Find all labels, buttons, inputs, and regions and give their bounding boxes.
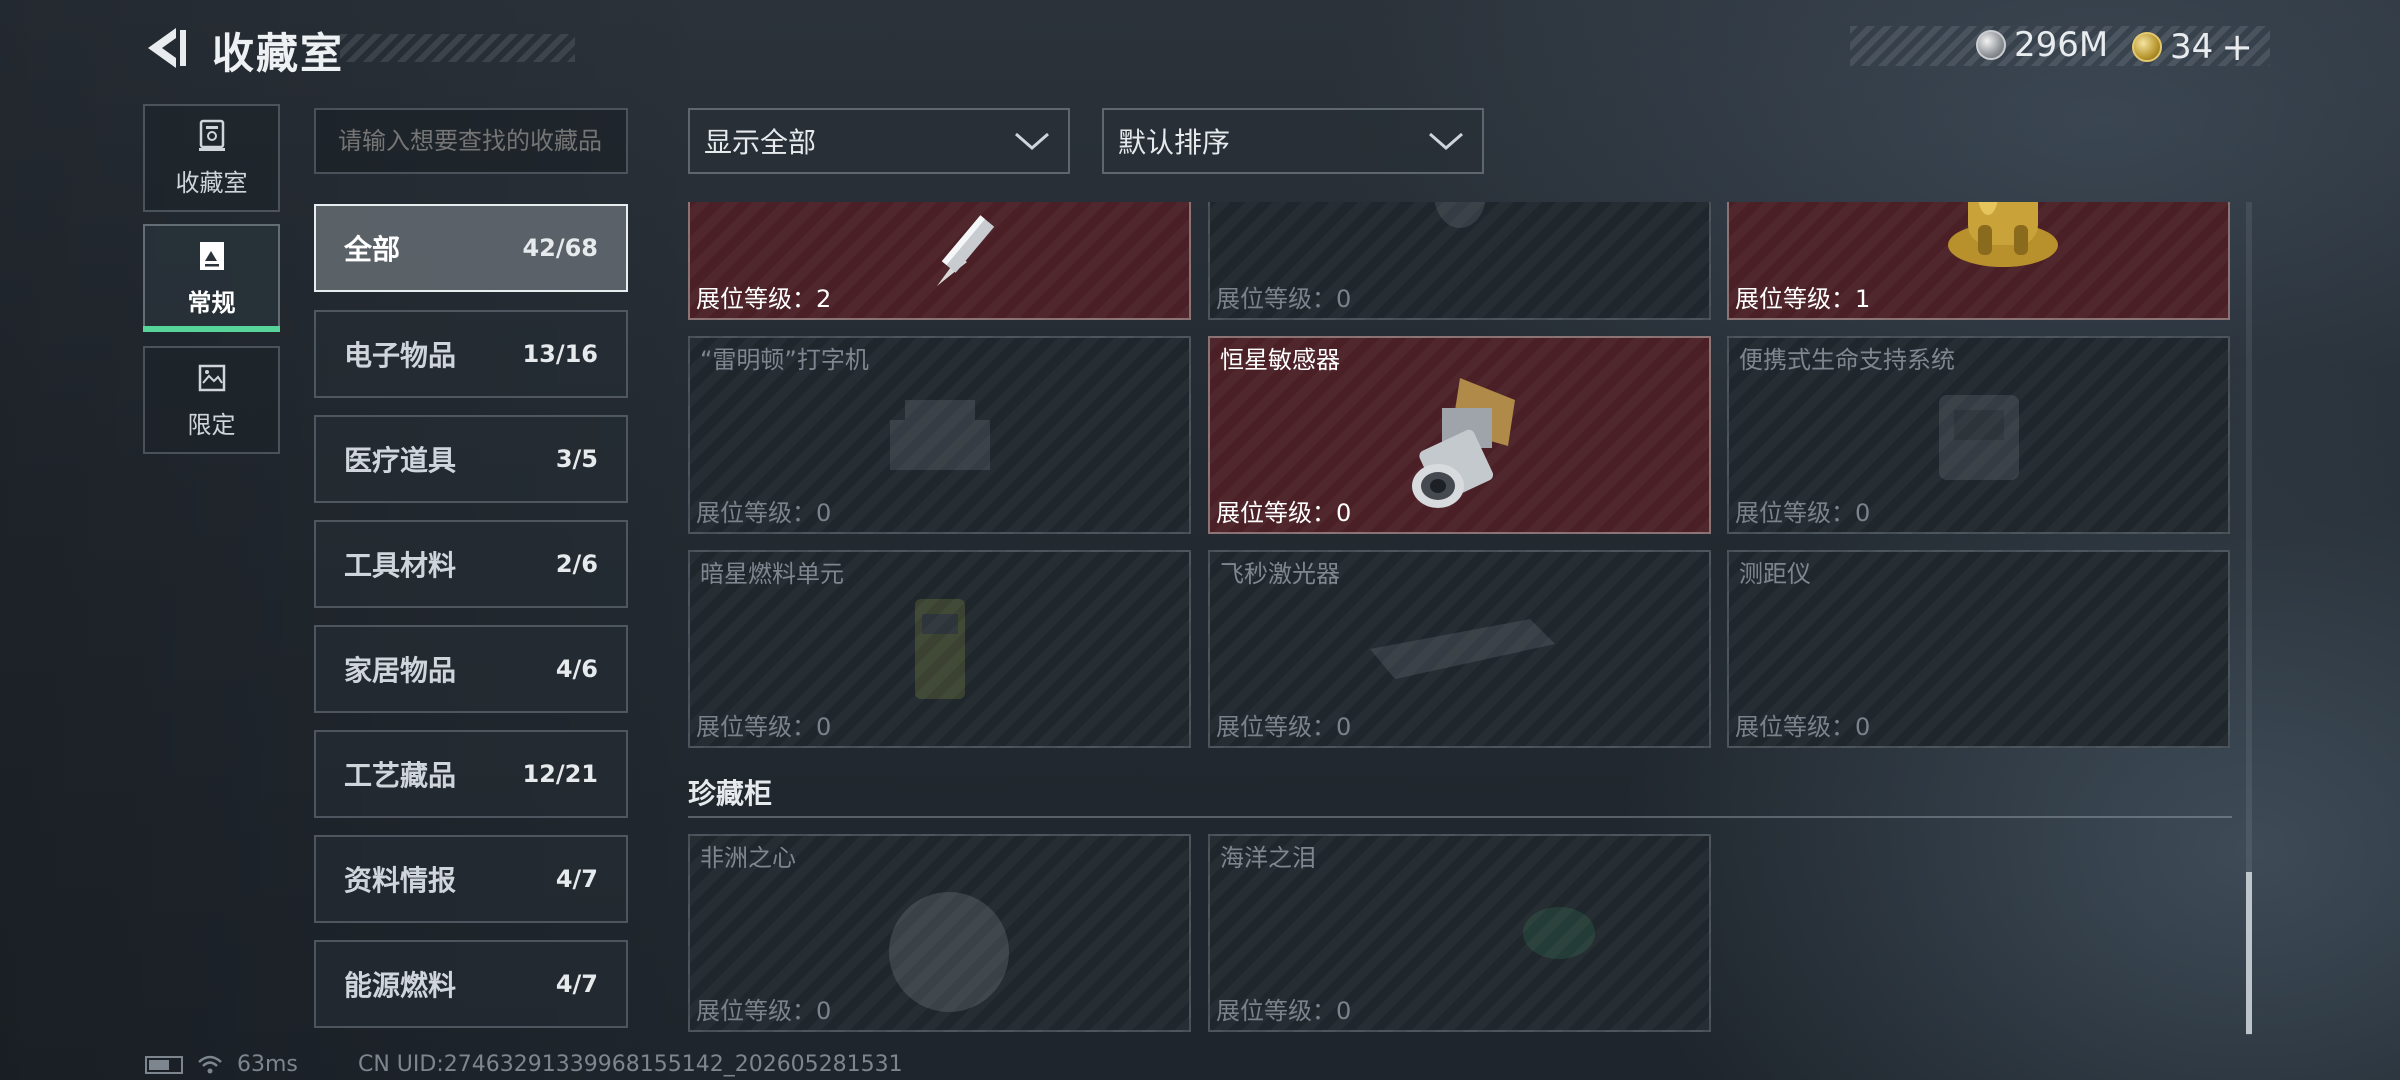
grid-scroll-thumb[interactable] bbox=[2246, 872, 2252, 1034]
category-name: 工具材料 bbox=[344, 549, 457, 582]
category-name: 医疗道具 bbox=[344, 444, 457, 477]
chevron-down-icon bbox=[1015, 132, 1049, 150]
category-count: 13/16 bbox=[522, 340, 598, 368]
category-count: 2/6 bbox=[555, 550, 598, 578]
silver-currency: 296M bbox=[1976, 25, 2108, 65]
rail-tab-label: 限定 bbox=[187, 410, 236, 439]
rail-tab-collection-room[interactable]: 收藏室 bbox=[143, 104, 280, 212]
item-level: 展位等级：0 bbox=[696, 997, 832, 1025]
showcase-section-title: 珍藏柜 bbox=[688, 777, 773, 810]
pen-icon bbox=[937, 215, 995, 287]
category-electronics[interactable]: 电子物品 13/16 bbox=[314, 310, 628, 398]
filter-dropdown-value: 显示全部 bbox=[704, 126, 817, 159]
rail-active-indicator bbox=[143, 326, 280, 332]
category-intel[interactable]: 资料情报 4/7 bbox=[314, 835, 628, 923]
category-name: 工艺藏品 bbox=[344, 759, 457, 792]
document-icon bbox=[199, 241, 224, 270]
item-level: 展位等级：2 bbox=[696, 285, 832, 313]
category-name: 能源燃料 bbox=[344, 969, 457, 1002]
wifi-icon bbox=[198, 1055, 222, 1073]
item-level: 展位等级：0 bbox=[696, 713, 832, 741]
teardrop-gem-icon bbox=[1523, 907, 1596, 959]
item-level: 展位等级：0 bbox=[1216, 713, 1352, 741]
silver-coin-icon bbox=[1976, 30, 2006, 60]
category-count: 3/5 bbox=[555, 445, 598, 473]
page-title: 收藏室 bbox=[212, 29, 345, 78]
category-medical[interactable]: 医疗道具 3/5 bbox=[314, 415, 628, 503]
device-status: 63ms bbox=[145, 1052, 298, 1077]
gold-coin-icon bbox=[2132, 32, 2162, 62]
category-count: 42/68 bbox=[522, 234, 598, 262]
category-energy[interactable]: 能源燃料 4/7 bbox=[314, 940, 628, 1028]
filter-dropdown[interactable]: 显示全部 bbox=[688, 108, 1070, 174]
silver-currency-value: 296M bbox=[2014, 25, 2109, 65]
category-tools[interactable]: 工具材料 2/6 bbox=[314, 520, 628, 608]
category-name: 资料情报 bbox=[344, 864, 457, 897]
ping-value: 63ms bbox=[237, 1052, 298, 1077]
item-name: “雷明顿”打字机 bbox=[700, 346, 869, 374]
collection-card[interactable]: 展位等级：1 bbox=[1727, 202, 2230, 320]
item-name: 飞秒激光器 bbox=[1220, 560, 1340, 588]
sort-dropdown-value: 默认排序 bbox=[1118, 126, 1231, 159]
item-level: 展位等级：0 bbox=[1216, 285, 1352, 313]
category-name: 电子物品 bbox=[344, 339, 457, 372]
gold-currency-value: 34 bbox=[2170, 27, 2214, 67]
collection-card[interactable]: 展位等级：2 bbox=[688, 202, 1191, 320]
golden-statue-icon bbox=[1948, 202, 2059, 268]
image-icon bbox=[198, 364, 225, 391]
collection-card[interactable]: 飞秒激光器 展位等级：0 bbox=[1208, 550, 1711, 748]
item-name: 海洋之泪 bbox=[1220, 844, 1316, 872]
collection-card[interactable]: 海洋之泪 展位等级：0 bbox=[1208, 834, 1711, 1032]
item-name: 暗星燃料单元 bbox=[700, 560, 844, 588]
gold-currency[interactable]: 34 + bbox=[2132, 25, 2253, 69]
user-uid: CN UID:27463291339968155142_202605281531 bbox=[358, 1052, 903, 1077]
category-count: 4/6 bbox=[555, 655, 598, 683]
item-level: 展位等级：0 bbox=[696, 499, 832, 527]
gem-icon bbox=[889, 892, 1010, 1013]
rail-tab-limited[interactable]: 限定 bbox=[143, 346, 280, 454]
sort-dropdown[interactable]: 默认排序 bbox=[1102, 108, 1484, 174]
item-level: 展位等级：1 bbox=[1735, 285, 1871, 313]
item-level: 展位等级：0 bbox=[1216, 499, 1352, 527]
title-decoration bbox=[340, 34, 575, 62]
trophy-icon bbox=[198, 119, 225, 151]
category-name: 全部 bbox=[344, 233, 401, 266]
item-name: 恒星敏感器 bbox=[1220, 346, 1340, 374]
laser-device-icon bbox=[1369, 619, 1555, 679]
item-name: 测距仪 bbox=[1739, 560, 1811, 588]
collection-card[interactable]: “雷明顿”打字机 展位等级：0 bbox=[688, 336, 1191, 534]
star-sensor-icon bbox=[1411, 377, 1515, 508]
rail-tab-regular[interactable]: 常规 bbox=[143, 224, 280, 332]
category-name: 家居物品 bbox=[344, 654, 457, 687]
category-household[interactable]: 家居物品 4/6 bbox=[314, 625, 628, 713]
battery-icon bbox=[145, 1055, 183, 1074]
category-count: 4/7 bbox=[555, 970, 598, 998]
collection-card[interactable]: 恒星敏感器 展位等级：0 bbox=[1208, 336, 1711, 534]
item-level: 展位等级：0 bbox=[1735, 713, 1871, 741]
category-count: 12/21 bbox=[522, 760, 598, 788]
typewriter-icon bbox=[889, 400, 990, 470]
add-currency-icon[interactable]: + bbox=[2221, 25, 2253, 69]
category-all[interactable]: 全部 42/68 bbox=[314, 204, 628, 292]
chevron-down-icon bbox=[1429, 132, 1463, 150]
vase-icon bbox=[1434, 202, 1485, 228]
item-name: 非洲之心 bbox=[700, 844, 796, 872]
search-input[interactable] bbox=[314, 108, 628, 174]
item-level: 展位等级：0 bbox=[1735, 499, 1871, 527]
item-level: 展位等级：0 bbox=[1216, 997, 1352, 1025]
collection-card[interactable]: 便携式生命支持系统 展位等级：0 bbox=[1727, 336, 2230, 534]
back-arrow-icon[interactable] bbox=[142, 24, 190, 72]
collection-card[interactable]: 暗星燃料单元 展位等级：0 bbox=[688, 550, 1191, 748]
rail-tab-label: 收藏室 bbox=[175, 168, 248, 197]
collection-card[interactable]: 展位等级：0 bbox=[1208, 202, 1711, 320]
rail-tab-label: 常规 bbox=[187, 288, 236, 317]
section-divider bbox=[688, 816, 2232, 818]
item-name: 便携式生命支持系统 bbox=[1739, 346, 1955, 374]
collection-card[interactable]: 非洲之心 展位等级：0 bbox=[688, 834, 1191, 1032]
life-support-pack-icon bbox=[1938, 395, 2019, 480]
collection-card[interactable]: 测距仪 展位等级：0 bbox=[1727, 550, 2230, 748]
fuel-cell-icon bbox=[914, 599, 965, 699]
category-crafts[interactable]: 工艺藏品 12/21 bbox=[314, 730, 628, 818]
category-count: 4/7 bbox=[555, 865, 598, 893]
